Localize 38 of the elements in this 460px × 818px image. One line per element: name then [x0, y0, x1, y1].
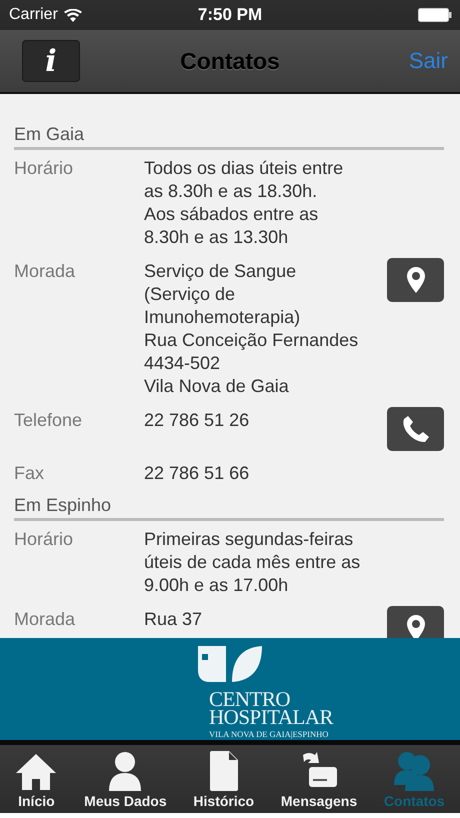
field-value: Todos os dias úteis entre as 8.30h e as 18.30h. Aos sábados entre as 8.30h e as 13.30h: [144, 157, 344, 249]
field-value: Rua 37: [144, 608, 204, 631]
section-header: Em Espinho: [14, 489, 444, 521]
document-icon: [210, 751, 238, 791]
logo-name: CENTRO: [209, 690, 290, 708]
tab[interactable]: Início: [13, 745, 60, 813]
tab[interactable]: Histórico: [191, 745, 256, 813]
logo-name: HOSPITALAR: [209, 708, 333, 726]
person-icon: [108, 751, 142, 791]
field-label: Horário: [14, 528, 74, 551]
section-header: Em Gaia: [14, 94, 444, 150]
people-icon: [394, 751, 434, 791]
logo-mark-icon: [198, 646, 262, 682]
field-label: Fax: [14, 462, 46, 485]
field-label: Horário: [14, 157, 74, 180]
carrier-label: Carrier: [9, 6, 58, 24]
info-button[interactable]: i: [22, 40, 80, 82]
field-value: 22 786 51 26: [144, 409, 250, 432]
location-pin-icon: [406, 615, 424, 638]
tab[interactable]: Meus Dados: [82, 745, 169, 813]
status-time: 7:50 PM: [198, 5, 262, 25]
tab[interactable]: Mensagens: [278, 745, 360, 813]
field-value: 22 786 51 66: [144, 462, 250, 485]
wifi-icon: [64, 8, 82, 22]
phone-icon: [402, 415, 430, 443]
map-pin-button[interactable]: [387, 606, 444, 638]
field-label: Morada: [14, 608, 76, 631]
field-value: Serviço de Sangue (Serviço de Imunohemoterapia) Rua Conceição Fernandes 4434-502 Vila Nova de Gaia: [144, 260, 360, 398]
field-label: Telefone: [14, 409, 84, 432]
logo-subtitle: VILA NOVA DE GAIA|ESPINHO: [209, 729, 330, 739]
phone-button[interactable]: [387, 407, 444, 451]
home-icon: [15, 753, 58, 791]
field-value: Primeiras segundas-feiras úteis de cada mês entre as 9.00h e as 17.00h: [144, 528, 362, 597]
nav-title: Contatos: [180, 48, 280, 74]
battery-icon: [418, 8, 452, 22]
location-pin-icon: [406, 267, 424, 293]
field-label: Morada: [14, 260, 76, 283]
map-pin-button[interactable]: [387, 258, 444, 302]
